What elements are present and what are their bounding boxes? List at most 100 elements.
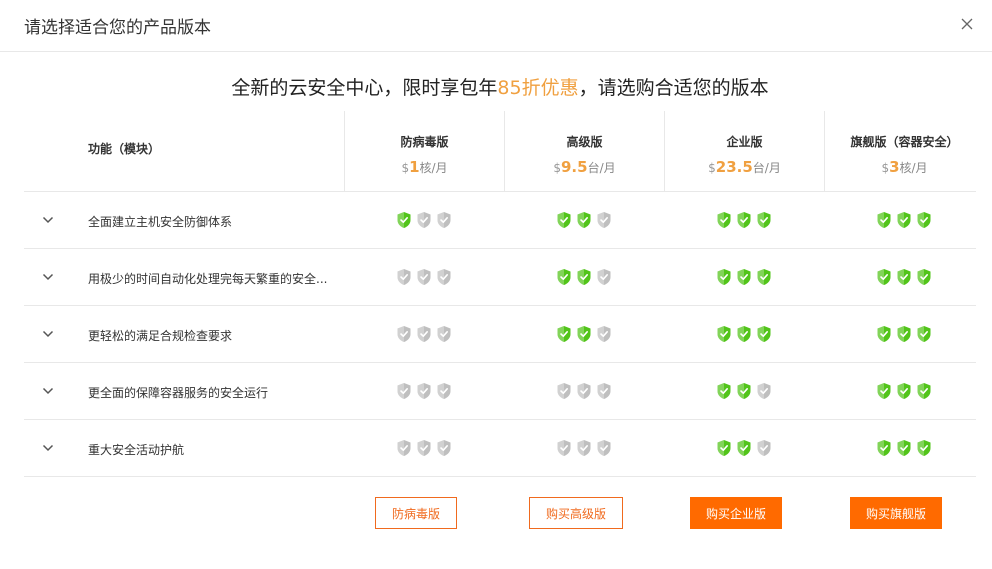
shield-icon bbox=[597, 212, 611, 228]
plan-comparison-table: 功能（模块） 防病毒版 $1核/月 高级版 $9.5台/月 企业版 $23.5台… bbox=[24, 111, 976, 477]
shield-icon bbox=[877, 440, 891, 456]
shield-icon bbox=[557, 269, 571, 285]
feature-level bbox=[664, 382, 824, 400]
table-row: 用极少的时间自动化处理完每天繁重的安全... bbox=[24, 249, 976, 306]
dialog-header: 请选择适合您的产品版本 bbox=[0, 0, 992, 52]
shield-icon bbox=[717, 269, 731, 285]
shield-icon bbox=[557, 440, 571, 456]
shield-icon bbox=[397, 212, 411, 228]
chevron-down-icon[interactable] bbox=[42, 444, 54, 452]
feature-label: 重大安全活动护航 bbox=[88, 443, 185, 457]
plan-header-flagship: 旗舰版（容器安全） $3核/月 bbox=[824, 111, 984, 191]
shield-icon bbox=[437, 440, 451, 456]
shield-icon bbox=[417, 269, 431, 285]
chevron-down-icon[interactable] bbox=[42, 330, 54, 338]
shield-icon bbox=[397, 326, 411, 342]
shield-icon bbox=[417, 212, 431, 228]
shield-icon bbox=[417, 440, 431, 456]
chevron-down-icon[interactable] bbox=[42, 273, 54, 281]
plan-price-unit: 核/月 bbox=[899, 161, 928, 175]
shield-icon bbox=[717, 326, 731, 342]
promo-discount: 85折优惠 bbox=[497, 77, 579, 99]
shield-icon bbox=[717, 212, 731, 228]
shield-icon bbox=[757, 212, 771, 228]
purchase-buttons: 防病毒版 购买高级版 购买企业版 购买旗舰版 bbox=[0, 497, 992, 529]
buy-advanced-button[interactable]: 购买高级版 bbox=[529, 497, 623, 529]
shield-icon bbox=[877, 212, 891, 228]
table-row: 更轻松的满足合规检查要求 bbox=[24, 306, 976, 363]
antivirus-button[interactable]: 防病毒版 bbox=[375, 497, 457, 529]
shield-icon bbox=[597, 440, 611, 456]
plan-price: $1核/月 bbox=[345, 158, 504, 176]
shield-icon bbox=[417, 326, 431, 342]
shield-icon bbox=[577, 383, 591, 399]
shield-icon bbox=[597, 269, 611, 285]
shield-icon bbox=[737, 326, 751, 342]
plan-price-amount: 23.5 bbox=[715, 158, 753, 176]
plan-name: 防病毒版 bbox=[400, 135, 449, 149]
shield-icon bbox=[897, 212, 911, 228]
shield-icon bbox=[737, 212, 751, 228]
shield-icon bbox=[437, 269, 451, 285]
shield-icon bbox=[757, 326, 771, 342]
table-row: 更全面的保障容器服务的安全运行 bbox=[24, 363, 976, 420]
plan-price-amount: 9.5 bbox=[561, 158, 588, 176]
feature-column-header: 功能（模块） bbox=[88, 142, 161, 156]
feature-level bbox=[504, 382, 664, 400]
shield-icon bbox=[717, 383, 731, 399]
shield-icon bbox=[397, 383, 411, 399]
feature-level bbox=[504, 268, 664, 286]
feature-level bbox=[504, 439, 664, 457]
feature-level bbox=[344, 439, 504, 457]
shield-icon bbox=[437, 383, 451, 399]
shield-icon bbox=[557, 326, 571, 342]
feature-label: 用极少的时间自动化处理完每天繁重的安全... bbox=[88, 272, 328, 286]
table-row: 重大安全活动护航 bbox=[24, 420, 976, 477]
promo-headline-prefix: 全新的云安全中心，限时享包年 bbox=[231, 77, 498, 99]
plan-name: 旗舰版（容器安全） bbox=[850, 135, 959, 149]
buy-flagship-button[interactable]: 购买旗舰版 bbox=[850, 497, 942, 529]
plan-price: $9.5台/月 bbox=[505, 158, 664, 176]
feature-label: 更全面的保障容器服务的安全运行 bbox=[88, 386, 269, 400]
plan-price-unit: 核/月 bbox=[419, 161, 448, 175]
plan-price-unit: 台/月 bbox=[587, 161, 616, 175]
shield-icon bbox=[597, 326, 611, 342]
feature-level bbox=[824, 325, 984, 343]
plan-price-amount: 3 bbox=[889, 158, 900, 176]
feature-label: 更轻松的满足合规检查要求 bbox=[88, 329, 233, 343]
chevron-down-icon[interactable] bbox=[42, 387, 54, 395]
shield-icon bbox=[917, 440, 931, 456]
plan-price: $23.5台/月 bbox=[665, 158, 824, 176]
close-icon[interactable] bbox=[960, 17, 974, 31]
plan-header-advanced: 高级版 $9.5台/月 bbox=[504, 111, 664, 191]
shield-icon bbox=[437, 212, 451, 228]
buy-enterprise-button[interactable]: 购买企业版 bbox=[690, 497, 782, 529]
promo-headline: 全新的云安全中心，限时享包年85折优惠，请选购合适您的版本 bbox=[0, 73, 992, 100]
shield-icon bbox=[737, 383, 751, 399]
plan-header-antivirus: 防病毒版 $1核/月 bbox=[344, 111, 504, 191]
shield-icon bbox=[717, 440, 731, 456]
shield-icon bbox=[757, 440, 771, 456]
feature-level bbox=[824, 211, 984, 229]
feature-rows: 全面建立主机安全防御体系 用极少的时间自动化处理完每天繁重的安全... 更轻松的满足… bbox=[24, 192, 976, 477]
table-header: 功能（模块） 防病毒版 $1核/月 高级版 $9.5台/月 企业版 $23.5台… bbox=[24, 111, 976, 192]
feature-level bbox=[664, 325, 824, 343]
shield-icon bbox=[397, 440, 411, 456]
feature-level bbox=[344, 268, 504, 286]
shield-icon bbox=[597, 383, 611, 399]
feature-level bbox=[824, 439, 984, 457]
feature-level bbox=[664, 439, 824, 457]
shield-icon bbox=[577, 269, 591, 285]
plan-header-enterprise: 企业版 $23.5台/月 bbox=[664, 111, 824, 191]
plan-name: 企业版 bbox=[726, 135, 763, 149]
plan-price-unit: 台/月 bbox=[752, 161, 781, 175]
shield-icon bbox=[737, 440, 751, 456]
chevron-down-icon[interactable] bbox=[42, 216, 54, 224]
shield-icon bbox=[737, 269, 751, 285]
plan-price-currency: $ bbox=[881, 161, 890, 175]
plan-price-currency: $ bbox=[401, 161, 410, 175]
shield-icon bbox=[577, 212, 591, 228]
feature-level bbox=[664, 211, 824, 229]
shield-icon bbox=[557, 383, 571, 399]
plan-price: $3核/月 bbox=[825, 158, 984, 176]
